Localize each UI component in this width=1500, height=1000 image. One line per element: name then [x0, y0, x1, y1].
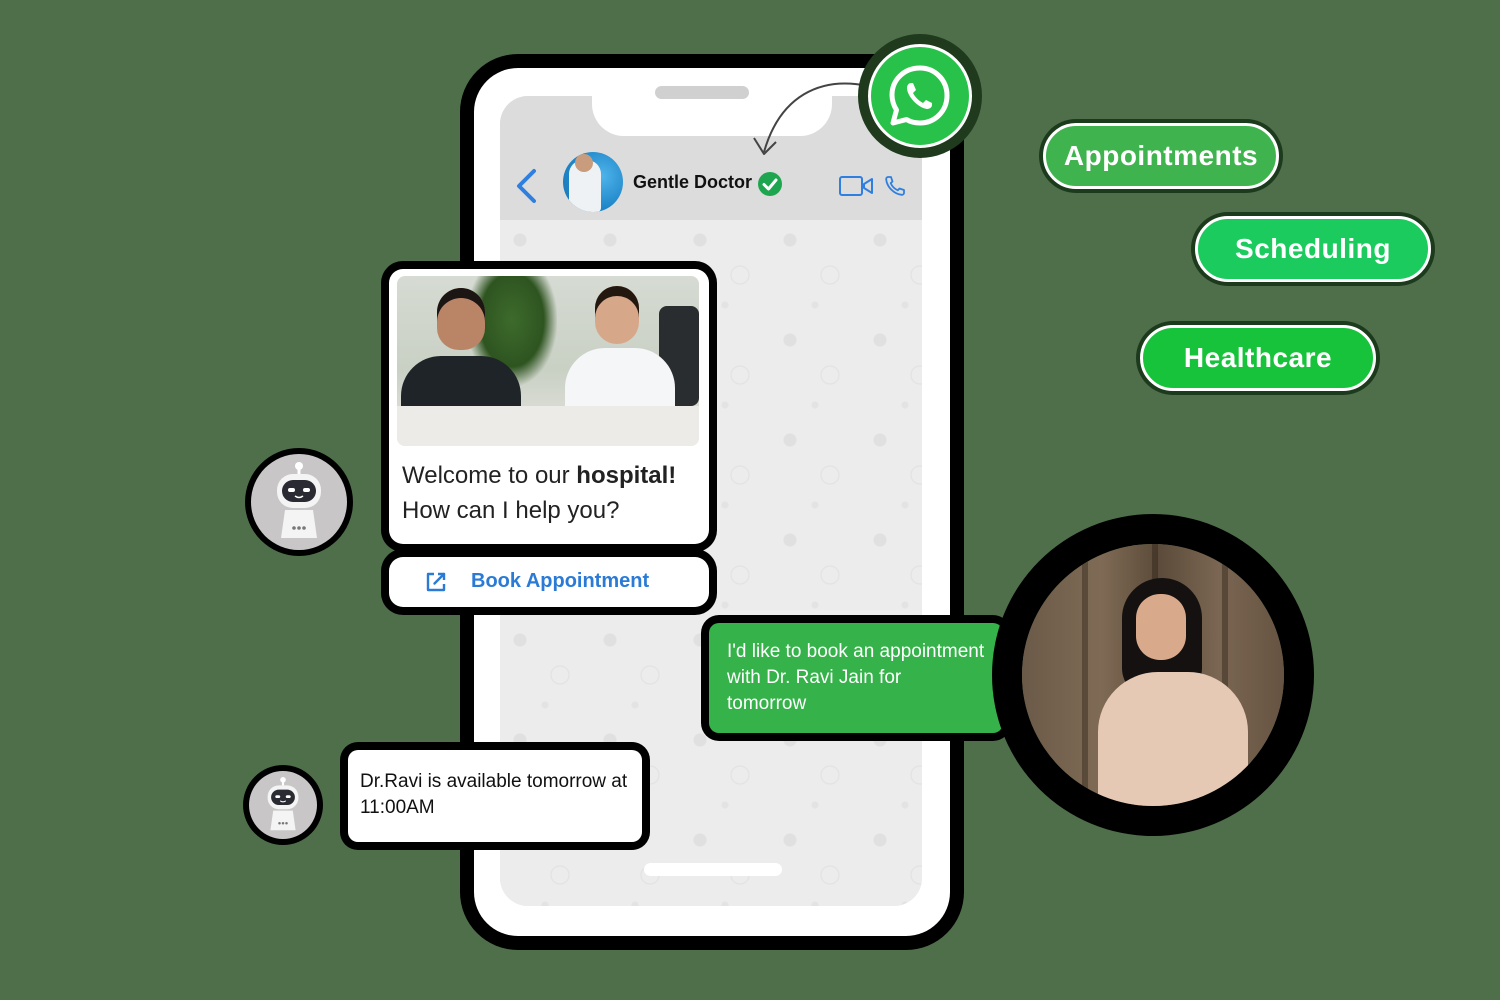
whatsapp-icon — [889, 65, 950, 126]
bot-avatar — [251, 454, 347, 550]
user-message-bubble: I'd like to book an appointment with Dr.… — [709, 623, 1003, 733]
tag-scheduling: Scheduling — [1195, 216, 1431, 282]
image-table — [397, 406, 699, 446]
home-indicator — [644, 863, 782, 876]
robot-icon — [267, 777, 299, 831]
doctor-avatar[interactable] — [563, 152, 623, 212]
phone-call-icon[interactable] — [883, 174, 907, 198]
avatar-head — [575, 154, 593, 172]
door-line — [1082, 544, 1088, 806]
bot-avatar-small — [249, 771, 317, 839]
curved-arrow-icon — [753, 82, 869, 155]
robot-icon — [277, 462, 321, 538]
welcome-line2: How can I help you? — [402, 497, 620, 524]
external-link-icon — [426, 572, 446, 592]
welcome-line1-prefix: Welcome to our — [402, 462, 577, 489]
bot-reply-bubble: Dr.Ravi is available tomorrow at 11:00AM — [348, 750, 642, 842]
back-chevron-icon[interactable] — [514, 168, 540, 204]
book-appointment-label: Book Appointment — [471, 570, 650, 592]
image-doctor-head — [595, 286, 639, 344]
user-photo — [1022, 544, 1284, 806]
tag-appointments: Appointments — [1043, 123, 1279, 189]
photo-shirt — [1098, 672, 1248, 806]
phone-speaker — [655, 86, 749, 99]
welcome-line1-bold: hospital! — [576, 462, 677, 489]
doctor-consultation-image — [397, 276, 699, 446]
verified-badge-icon — [758, 172, 782, 196]
tag-healthcare: Healthcare — [1140, 325, 1376, 391]
welcome-text: Welcome to our hospital! How can I help … — [402, 458, 702, 528]
whatsapp-badge — [862, 38, 978, 154]
photo-face — [1136, 594, 1186, 660]
video-call-icon[interactable] — [838, 174, 874, 198]
book-appointment-button[interactable]: Book Appointment — [389, 557, 709, 607]
image-patient-head — [437, 288, 485, 350]
contact-name[interactable]: Gentle Doctor — [633, 172, 752, 193]
